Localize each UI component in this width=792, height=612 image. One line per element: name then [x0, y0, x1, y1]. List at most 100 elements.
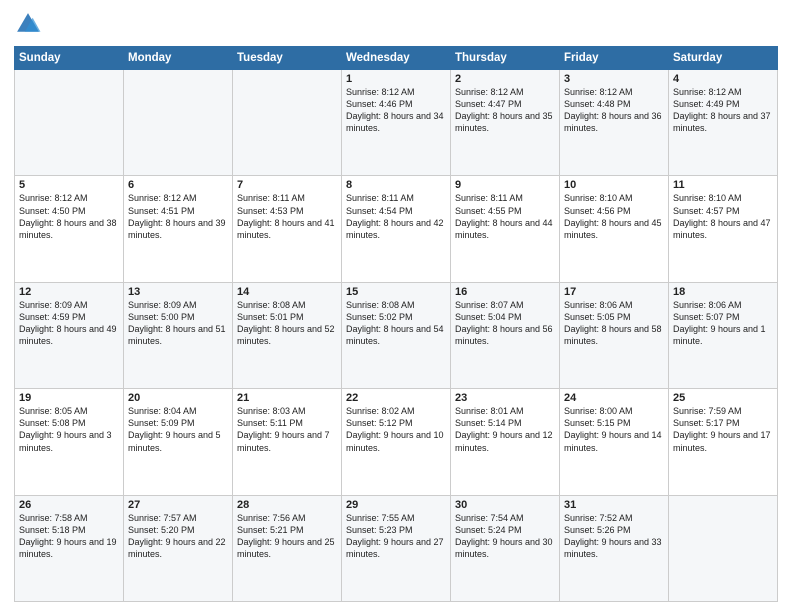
calendar-day-20: 20Sunrise: 8:04 AM Sunset: 5:09 PM Dayli…: [124, 389, 233, 495]
day-number: 8: [346, 179, 446, 191]
day-number: 1: [346, 73, 446, 85]
day-info-text: Sunrise: 8:08 AM Sunset: 5:02 PM Dayligh…: [346, 299, 446, 348]
weekday-header-monday: Monday: [124, 47, 233, 70]
day-number: 16: [455, 286, 555, 298]
weekday-header-saturday: Saturday: [669, 47, 778, 70]
calendar-day-9: 9Sunrise: 8:11 AM Sunset: 4:55 PM Daylig…: [451, 176, 560, 282]
calendar-day-12: 12Sunrise: 8:09 AM Sunset: 4:59 PM Dayli…: [15, 282, 124, 388]
calendar-day-19: 19Sunrise: 8:05 AM Sunset: 5:08 PM Dayli…: [15, 389, 124, 495]
calendar-week-row: 5Sunrise: 8:12 AM Sunset: 4:50 PM Daylig…: [15, 176, 778, 282]
day-number: 2: [455, 73, 555, 85]
day-info-text: Sunrise: 8:12 AM Sunset: 4:46 PM Dayligh…: [346, 86, 446, 135]
calendar-week-row: 12Sunrise: 8:09 AM Sunset: 4:59 PM Dayli…: [15, 282, 778, 388]
day-info-text: Sunrise: 8:11 AM Sunset: 4:54 PM Dayligh…: [346, 192, 446, 241]
day-number: 28: [237, 499, 337, 511]
calendar-day-6: 6Sunrise: 8:12 AM Sunset: 4:51 PM Daylig…: [124, 176, 233, 282]
page: SundayMondayTuesdayWednesdayThursdayFrid…: [0, 0, 792, 612]
day-number: 5: [19, 179, 119, 191]
calendar-day-7: 7Sunrise: 8:11 AM Sunset: 4:53 PM Daylig…: [233, 176, 342, 282]
calendar-day-10: 10Sunrise: 8:10 AM Sunset: 4:56 PM Dayli…: [560, 176, 669, 282]
calendar-day-14: 14Sunrise: 8:08 AM Sunset: 5:01 PM Dayli…: [233, 282, 342, 388]
weekday-header-row: SundayMondayTuesdayWednesdayThursdayFrid…: [15, 47, 778, 70]
day-number: 6: [128, 179, 228, 191]
day-number: 20: [128, 392, 228, 404]
logo: [14, 10, 44, 38]
day-info-text: Sunrise: 8:02 AM Sunset: 5:12 PM Dayligh…: [346, 405, 446, 454]
day-number: 22: [346, 392, 446, 404]
day-info-text: Sunrise: 8:09 AM Sunset: 5:00 PM Dayligh…: [128, 299, 228, 348]
day-number: 13: [128, 286, 228, 298]
day-info-text: Sunrise: 7:54 AM Sunset: 5:24 PM Dayligh…: [455, 512, 555, 561]
day-info-text: Sunrise: 8:07 AM Sunset: 5:04 PM Dayligh…: [455, 299, 555, 348]
calendar-day-31: 31Sunrise: 7:52 AM Sunset: 5:26 PM Dayli…: [560, 495, 669, 601]
day-info-text: Sunrise: 7:56 AM Sunset: 5:21 PM Dayligh…: [237, 512, 337, 561]
calendar-day-30: 30Sunrise: 7:54 AM Sunset: 5:24 PM Dayli…: [451, 495, 560, 601]
calendar-week-row: 19Sunrise: 8:05 AM Sunset: 5:08 PM Dayli…: [15, 389, 778, 495]
day-info-text: Sunrise: 8:12 AM Sunset: 4:50 PM Dayligh…: [19, 192, 119, 241]
calendar-day-25: 25Sunrise: 7:59 AM Sunset: 5:17 PM Dayli…: [669, 389, 778, 495]
day-info-text: Sunrise: 7:59 AM Sunset: 5:17 PM Dayligh…: [673, 405, 773, 454]
calendar-day-16: 16Sunrise: 8:07 AM Sunset: 5:04 PM Dayli…: [451, 282, 560, 388]
calendar-day-2: 2Sunrise: 8:12 AM Sunset: 4:47 PM Daylig…: [451, 70, 560, 176]
calendar-empty-cell: [15, 70, 124, 176]
day-info-text: Sunrise: 8:03 AM Sunset: 5:11 PM Dayligh…: [237, 405, 337, 454]
day-number: 21: [237, 392, 337, 404]
day-number: 25: [673, 392, 773, 404]
weekday-header-tuesday: Tuesday: [233, 47, 342, 70]
calendar-empty-cell: [669, 495, 778, 601]
day-info-text: Sunrise: 8:08 AM Sunset: 5:01 PM Dayligh…: [237, 299, 337, 348]
calendar-empty-cell: [124, 70, 233, 176]
calendar-day-11: 11Sunrise: 8:10 AM Sunset: 4:57 PM Dayli…: [669, 176, 778, 282]
day-number: 9: [455, 179, 555, 191]
day-info-text: Sunrise: 8:05 AM Sunset: 5:08 PM Dayligh…: [19, 405, 119, 454]
calendar-day-22: 22Sunrise: 8:02 AM Sunset: 5:12 PM Dayli…: [342, 389, 451, 495]
day-number: 30: [455, 499, 555, 511]
day-info-text: Sunrise: 8:01 AM Sunset: 5:14 PM Dayligh…: [455, 405, 555, 454]
weekday-header-sunday: Sunday: [15, 47, 124, 70]
logo-icon: [14, 10, 42, 38]
calendar-day-5: 5Sunrise: 8:12 AM Sunset: 4:50 PM Daylig…: [15, 176, 124, 282]
calendar-day-18: 18Sunrise: 8:06 AM Sunset: 5:07 PM Dayli…: [669, 282, 778, 388]
day-number: 14: [237, 286, 337, 298]
day-number: 26: [19, 499, 119, 511]
day-info-text: Sunrise: 8:12 AM Sunset: 4:47 PM Dayligh…: [455, 86, 555, 135]
calendar-day-24: 24Sunrise: 8:00 AM Sunset: 5:15 PM Dayli…: [560, 389, 669, 495]
calendar-day-3: 3Sunrise: 8:12 AM Sunset: 4:48 PM Daylig…: [560, 70, 669, 176]
calendar-week-row: 1Sunrise: 8:12 AM Sunset: 4:46 PM Daylig…: [15, 70, 778, 176]
day-number: 24: [564, 392, 664, 404]
day-info-text: Sunrise: 8:12 AM Sunset: 4:51 PM Dayligh…: [128, 192, 228, 241]
day-number: 12: [19, 286, 119, 298]
day-info-text: Sunrise: 7:55 AM Sunset: 5:23 PM Dayligh…: [346, 512, 446, 561]
day-number: 19: [19, 392, 119, 404]
weekday-header-friday: Friday: [560, 47, 669, 70]
day-info-text: Sunrise: 8:06 AM Sunset: 5:05 PM Dayligh…: [564, 299, 664, 348]
weekday-header-wednesday: Wednesday: [342, 47, 451, 70]
day-number: 4: [673, 73, 773, 85]
day-number: 17: [564, 286, 664, 298]
day-info-text: Sunrise: 8:00 AM Sunset: 5:15 PM Dayligh…: [564, 405, 664, 454]
calendar-day-28: 28Sunrise: 7:56 AM Sunset: 5:21 PM Dayli…: [233, 495, 342, 601]
day-number: 23: [455, 392, 555, 404]
calendar-day-15: 15Sunrise: 8:08 AM Sunset: 5:02 PM Dayli…: [342, 282, 451, 388]
calendar-day-21: 21Sunrise: 8:03 AM Sunset: 5:11 PM Dayli…: [233, 389, 342, 495]
day-number: 10: [564, 179, 664, 191]
day-info-text: Sunrise: 8:12 AM Sunset: 4:49 PM Dayligh…: [673, 86, 773, 135]
day-info-text: Sunrise: 8:11 AM Sunset: 4:55 PM Dayligh…: [455, 192, 555, 241]
calendar-day-29: 29Sunrise: 7:55 AM Sunset: 5:23 PM Dayli…: [342, 495, 451, 601]
calendar-empty-cell: [233, 70, 342, 176]
day-number: 15: [346, 286, 446, 298]
day-info-text: Sunrise: 8:10 AM Sunset: 4:56 PM Dayligh…: [564, 192, 664, 241]
calendar-table: SundayMondayTuesdayWednesdayThursdayFrid…: [14, 46, 778, 602]
calendar-day-23: 23Sunrise: 8:01 AM Sunset: 5:14 PM Dayli…: [451, 389, 560, 495]
day-info-text: Sunrise: 7:52 AM Sunset: 5:26 PM Dayligh…: [564, 512, 664, 561]
day-number: 11: [673, 179, 773, 191]
day-info-text: Sunrise: 8:12 AM Sunset: 4:48 PM Dayligh…: [564, 86, 664, 135]
calendar-day-26: 26Sunrise: 7:58 AM Sunset: 5:18 PM Dayli…: [15, 495, 124, 601]
calendar-day-4: 4Sunrise: 8:12 AM Sunset: 4:49 PM Daylig…: [669, 70, 778, 176]
calendar-day-1: 1Sunrise: 8:12 AM Sunset: 4:46 PM Daylig…: [342, 70, 451, 176]
day-info-text: Sunrise: 8:09 AM Sunset: 4:59 PM Dayligh…: [19, 299, 119, 348]
day-info-text: Sunrise: 8:11 AM Sunset: 4:53 PM Dayligh…: [237, 192, 337, 241]
calendar-week-row: 26Sunrise: 7:58 AM Sunset: 5:18 PM Dayli…: [15, 495, 778, 601]
header: [14, 10, 778, 38]
day-info-text: Sunrise: 7:57 AM Sunset: 5:20 PM Dayligh…: [128, 512, 228, 561]
